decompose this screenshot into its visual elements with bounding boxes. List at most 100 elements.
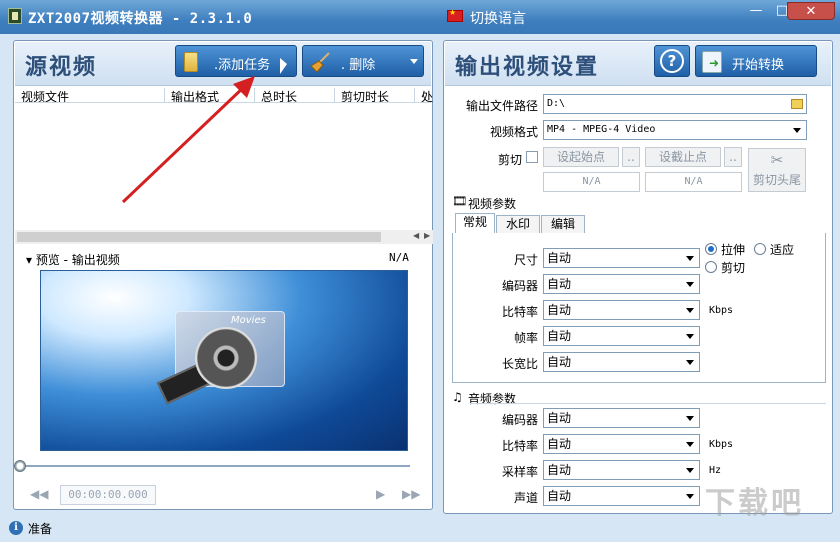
aspect-ratio-label: 长宽比 [501, 357, 538, 371]
file-table-header: 视频文件 输出格式 总时长 剪切时长 处 [15, 87, 433, 103]
horizontal-scrollbar[interactable]: ◀ ▶ [15, 230, 433, 244]
audio-bitrate-unit: Kbps [709, 439, 734, 450]
add-task-label: .添加任务 [214, 58, 271, 73]
rewind-icon[interactable]: ◀◀ [30, 487, 48, 501]
preview-toggle[interactable]: ▾ 预览 - 输出视频 [26, 251, 120, 268]
scroll-left-icon[interactable]: ◀ [413, 231, 419, 240]
delete-button[interactable]: . 删除 [302, 45, 424, 77]
column-divider[interactable] [254, 88, 255, 102]
video-encoder-select[interactable]: 自动 [543, 274, 700, 294]
end-time-field[interactable]: N/A [645, 172, 742, 192]
stretch-label: 拉伸 [721, 243, 746, 257]
help-icon: ? [660, 49, 684, 73]
frame-rate-label: 帧率 [513, 331, 538, 345]
cut-ends-label: 剪切头尾 [752, 173, 801, 187]
audio-encoder-label: 编码器 [501, 413, 538, 427]
cut-checkbox[interactable] [526, 151, 538, 163]
column-process[interactable]: 处 [421, 88, 435, 102]
tab-watermark[interactable]: 水印 [496, 215, 540, 234]
output-path-field[interactable]: D:\ [543, 94, 807, 114]
chevron-down-icon[interactable] [410, 59, 418, 64]
broom-icon [310, 52, 330, 73]
audio-bitrate-select[interactable]: 自动 [543, 434, 700, 454]
minimize-button[interactable]: — [743, 2, 769, 20]
column-total-duration[interactable]: 总时长 [261, 88, 331, 102]
window-title: ZXT2007视频转换器 - 2.3.1.0 [28, 11, 253, 27]
column-cut-duration[interactable]: 剪切时长 [341, 88, 411, 102]
column-divider[interactable] [164, 88, 165, 102]
crop-radio[interactable] [705, 261, 717, 273]
browse-folder-icon[interactable] [791, 99, 803, 109]
cut-label: 剪切 [497, 153, 522, 167]
output-path-value: D:\ [547, 98, 566, 109]
china-flag-icon[interactable] [447, 8, 463, 22]
video-bitrate-label: 比特率 [501, 305, 538, 319]
movies-label: Movies [231, 315, 266, 326]
delete-label: . 删除 [341, 58, 376, 73]
close-button[interactable]: ✕ [787, 2, 835, 20]
scrollbar-thumb[interactable] [17, 232, 381, 242]
switch-language-button[interactable]: 切换语言 [470, 8, 526, 28]
video-params-label: 视频参数 [468, 197, 517, 211]
info-icon: i [9, 521, 23, 535]
preview-status: N/A [389, 251, 409, 264]
help-button[interactable]: ? [654, 45, 690, 77]
channels-select[interactable]: 自动 [543, 486, 700, 506]
frame-rate-select[interactable]: 自动 [543, 326, 700, 346]
time-display: 00:00:00.000 [60, 485, 156, 505]
output-path-label: 输出文件路径 [465, 99, 538, 113]
start-picker-button[interactable]: .. [622, 147, 640, 167]
crop-label: 剪切 [721, 261, 746, 275]
add-task-button[interactable]: .添加任务 [175, 45, 297, 77]
size-select[interactable]: 自动 [543, 248, 700, 268]
folder-icon [184, 52, 198, 72]
column-output-format[interactable]: 输出格式 [171, 88, 251, 102]
seek-bar[interactable] [14, 460, 420, 472]
video-bitrate-unit: Kbps [709, 305, 734, 316]
film-icon: 🎞 [452, 194, 468, 208]
source-video-panel: 源视频 视频文件 输出格式 总时长 剪切时长 处 ◀ ▶ ▾ 预览 - 输出视频… [13, 40, 433, 510]
fit-radio[interactable] [754, 243, 766, 255]
channels-label: 声道 [513, 491, 538, 505]
tab-edit[interactable]: 编辑 [541, 215, 585, 234]
source-video-title: 源视频 [25, 54, 98, 80]
video-format-select[interactable]: MP4 - MPEG-4 Video [543, 120, 807, 140]
app-icon [8, 8, 22, 24]
start-time-field[interactable]: N/A [543, 172, 640, 192]
column-video-file[interactable]: 视频文件 [21, 88, 161, 102]
audio-encoder-select[interactable]: 自动 [543, 408, 700, 428]
sample-rate-select[interactable]: 自动 [543, 460, 700, 480]
music-note-icon: ♫ [452, 390, 463, 404]
fit-label: 适应 [770, 243, 795, 257]
audio-divider [470, 403, 826, 404]
set-start-button[interactable]: 设起始点 [543, 147, 619, 167]
set-end-button[interactable]: 设截止点 [645, 147, 721, 167]
video-bitrate-select[interactable]: 自动 [543, 300, 700, 320]
column-divider[interactable] [334, 88, 335, 102]
aspect-ratio-select[interactable]: 自动 [543, 352, 700, 372]
seek-knob[interactable] [14, 460, 26, 472]
output-settings-title: 输出视频设置 [455, 54, 600, 80]
convert-icon [702, 51, 722, 73]
scroll-right-icon[interactable]: ▶ [424, 231, 430, 240]
start-convert-label: 开始转换 [732, 58, 785, 73]
end-picker-button[interactable]: .. [724, 147, 742, 167]
sample-rate-unit: Hz [709, 465, 722, 476]
mouse-cursor-icon [280, 58, 287, 74]
film-reel-image [195, 327, 257, 389]
size-label: 尺寸 [513, 253, 538, 267]
tab-general[interactable]: 常规 [455, 213, 495, 234]
fast-forward-icon[interactable]: ▶▶ [402, 487, 420, 501]
play-icon[interactable]: ▶ [376, 487, 385, 501]
stretch-radio[interactable] [705, 243, 717, 255]
video-format-label: 视频格式 [489, 125, 538, 139]
status-text: 准备 [28, 522, 53, 536]
seek-track[interactable] [24, 465, 410, 467]
scissors-icon: ✂ [770, 151, 784, 169]
start-convert-button[interactable]: 开始转换 [695, 45, 817, 77]
video-encoder-label: 编码器 [501, 279, 538, 293]
cut-ends-button[interactable]: ✂ 剪切头尾 [748, 148, 806, 192]
video-preview: Movies [40, 270, 408, 451]
column-divider[interactable] [414, 88, 415, 102]
sample-rate-label: 采样率 [501, 465, 538, 479]
